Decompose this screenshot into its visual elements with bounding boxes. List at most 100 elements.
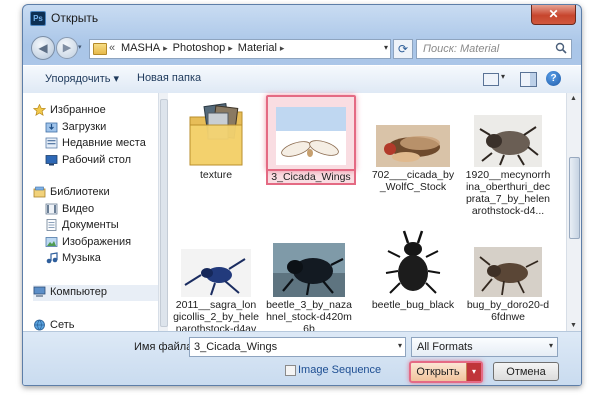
dung-beetle-image [273,243,345,297]
search-placeholder: Поиск: Material [423,43,500,55]
navigation-scrollbar[interactable] [158,93,168,331]
cicada-photo-image [376,125,450,167]
dialog-footer: Имя файла: 3_Cicada_Wings ▾ All Formats … [23,331,581,385]
sidebar-item-label: Музыка [62,252,101,264]
file-list-scrollbar[interactable]: ▲ ▼ [566,93,581,331]
scroll-down-icon[interactable]: ▼ [570,322,577,329]
file-name: beetle_3_by_nazahnel_stock-d420m6b [266,299,352,335]
filename-value: 3_Cicada_Wings [194,341,278,353]
navigation-scrollbar-thumb[interactable] [160,99,168,327]
scroll-up-icon[interactable]: ▲ [570,95,577,102]
sidebar-item-label: Избранное [50,104,106,116]
sidebar-item-label: Сеть [50,319,75,331]
file-name: 1920__mecynorrhina_oberthuri_decprata_7_… [465,169,551,217]
open-button[interactable]: Открыть ▾ [409,361,483,383]
navigation-row: ◀ ▶ ▾ « MASHA ▸ Photoshop ▸ Material ▸ ▾ ⟳ По… [23,31,581,63]
filename-label: Имя файла: [134,341,196,353]
video-icon [45,203,58,215]
star-icon [33,104,46,116]
brown-bug-image [474,247,542,297]
downloads-icon [45,122,58,133]
breadcrumb-item[interactable]: Material [238,42,277,54]
navigation-pane: Избранное Загрузки Недавние места Рабочи… [23,93,158,331]
file-name: beetle_bug_black [371,299,455,311]
file-format-select[interactable]: All Formats ▾ [411,337,558,357]
history-dropdown-icon[interactable]: ▾ [78,44,86,52]
libraries-icon [33,186,46,198]
file-list: texture 3_Cicada_Wings 702___cicada_by_W… [169,93,567,347]
breadcrumb-item[interactable]: Photoshop [173,42,226,54]
file-list-scrollbar-thumb[interactable] [569,157,580,239]
image-sequence-label[interactable]: Image Sequence [298,364,381,376]
title-bar: Ps Открыть ✕ [23,5,581,31]
file-thumbnail [370,95,456,167]
breadcrumb-separator-icon[interactable]: ▸ [228,43,233,53]
address-bar[interactable]: « MASHA ▸ Photoshop ▸ Material ▸ ▾ [89,39,391,59]
music-icon [46,252,58,264]
new-folder-button[interactable]: Новая папка [137,72,201,84]
computer-icon [33,286,46,297]
beetle-photo-image [474,115,542,167]
back-button[interactable]: ◀ [31,36,55,60]
breadcrumb-separator-icon[interactable]: ▸ [280,43,285,53]
open-button-label: Открыть [416,366,460,378]
filename-dropdown-icon[interactable]: ▾ [398,341,402,350]
sidebar-item-label: Рабочий стол [62,154,132,166]
preview-pane-icon[interactable] [520,72,537,87]
sidebar-item-label: Компьютер [50,286,107,298]
file-name: 3_Cicada_Wings [266,169,356,185]
search-icon[interactable] [555,42,567,54]
search-input[interactable]: Поиск: Material [416,39,572,59]
black-beetle-image [384,227,442,297]
file-thumbnail [370,225,456,297]
open-file-dialog: Ps Открыть ✕ ◀ ▶ ▾ « MASHA ▸ Photoshop ▸ Mat… [22,4,582,386]
content-area: Избранное Загрузки Недавние места Рабочи… [23,93,581,347]
view-options-dropdown-icon[interactable]: ▾ [501,72,505,81]
file-thumbnail [465,225,551,297]
breadcrumb-overflow-icon[interactable]: « [109,42,115,54]
photoshop-icon: Ps [30,11,46,26]
help-icon[interactable]: ? [546,71,561,86]
file-thumbnail [266,95,356,171]
folder-icon [189,103,243,166]
image-sequence-checkbox[interactable] [285,365,296,376]
sidebar-item-label: Недавние места [62,137,146,149]
organize-button[interactable]: Упорядочить ▾ [45,72,119,85]
open-options-dropdown-icon[interactable]: ▾ [466,363,481,381]
sidebar-item-label: Библиотеки [50,186,110,198]
filename-input[interactable]: 3_Cicada_Wings ▾ [189,337,406,357]
recent-places-icon [45,137,58,149]
file-name: texture [199,169,233,181]
sidebar-item-label: Видео [62,203,95,215]
forward-button[interactable]: ▶ [56,37,78,59]
blue-beetle-image [181,249,251,297]
close-button[interactable]: ✕ [531,5,576,25]
pictures-icon [45,237,58,247]
breadcrumb-separator-icon[interactable]: ▸ [163,43,168,53]
window-title: Открыть [51,11,99,25]
change-view-icon[interactable] [483,73,499,86]
file-thumbnail [173,95,259,167]
breadcrumb: MASHA ▸ Photoshop ▸ Material ▸ [121,42,289,54]
file-name: 702___cicada_by_WolfC_Stock [371,169,455,193]
address-dropdown-icon[interactable]: ▾ [384,43,388,52]
sidebar-item-label: Изображения [62,236,132,248]
sidebar-item-label: Загрузки [62,121,107,133]
command-toolbar: Упорядочить ▾ Новая папка ▾ ? [23,65,581,94]
file-format-dropdown-icon[interactable]: ▾ [549,341,553,350]
sidebar-item-computer[interactable]: Компьютер [33,285,158,301]
file-format-value: All Formats [417,341,473,353]
folder-icon [93,43,107,55]
sidebar-item-label: Документы [62,219,119,231]
refresh-button[interactable]: ⟳ [393,39,413,59]
network-icon [34,319,45,331]
file-thumbnail [266,225,352,297]
file-name: bug_by_doro20-d6fdnwe [466,299,550,323]
breadcrumb-item[interactable]: MASHA [121,42,160,54]
cicada-wings-image [276,107,346,165]
documents-icon [46,219,57,231]
file-thumbnail [465,95,551,167]
desktop-icon [45,155,58,166]
cancel-button[interactable]: Отмена [493,362,559,381]
cancel-button-label: Отмена [506,366,546,378]
